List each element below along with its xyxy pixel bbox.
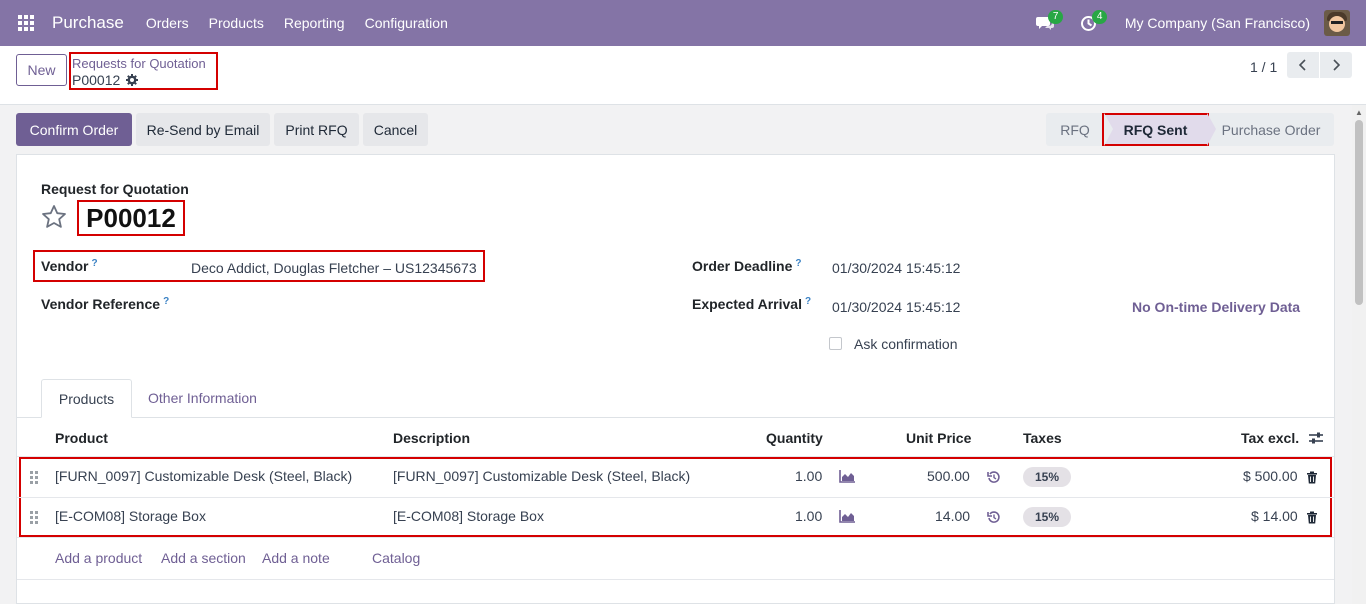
status-rfq-sent[interactable]: RFQ Sent: [1102, 113, 1209, 146]
row-divider: [17, 537, 1334, 538]
status-divider: [1207, 113, 1216, 146]
activities-icon[interactable]: 4: [1067, 0, 1111, 46]
add-note-link[interactable]: Add a note: [262, 550, 330, 566]
row-divider: [17, 579, 1334, 580]
help-icon[interactable]: ?: [91, 258, 97, 269]
add-section-link[interactable]: Add a section: [161, 550, 246, 566]
line-unit-price[interactable]: 14.00: [935, 508, 970, 524]
line-unit-price[interactable]: 500.00: [927, 468, 970, 484]
drag-handle-icon[interactable]: [30, 471, 38, 484]
status-divider: [1104, 113, 1113, 146]
ontime-delivery-link[interactable]: No On-time Delivery Data: [1132, 299, 1300, 315]
column-header-description[interactable]: Description: [393, 430, 470, 446]
breadcrumb-current: P00012: [72, 72, 121, 88]
cancel-button[interactable]: Cancel: [363, 113, 428, 146]
line-subtotal: $ 14.00: [1251, 508, 1298, 524]
status-purchase-order[interactable]: Purchase Order: [1208, 113, 1334, 146]
status-rfq[interactable]: RFQ: [1046, 113, 1104, 146]
ask-confirmation-checkbox[interactable]: [829, 337, 842, 350]
menu-configuration[interactable]: Configuration: [355, 15, 458, 31]
star-icon[interactable]: [41, 204, 67, 230]
vendor-reference-label: Vendor Reference?: [41, 296, 170, 312]
line-product[interactable]: [FURN_0097] Customizable Desk (Steel, Bl…: [55, 468, 352, 484]
history-icon[interactable]: [987, 470, 1001, 484]
tab-products[interactable]: Products: [41, 379, 132, 418]
scroll-up-icon[interactable]: ▲: [1355, 108, 1363, 117]
pager-previous-button[interactable]: [1287, 52, 1319, 78]
menu-reporting[interactable]: Reporting: [274, 15, 355, 31]
new-button[interactable]: New: [16, 54, 67, 86]
help-icon[interactable]: ?: [795, 258, 801, 269]
line-description[interactable]: [E-COM08] Storage Box: [393, 508, 544, 524]
pager-next-button[interactable]: [1320, 52, 1352, 78]
chevron-left-icon: [1299, 59, 1306, 71]
trash-icon[interactable]: [1306, 511, 1318, 524]
order-deadline-field[interactable]: 01/30/2024 15:45:12: [832, 260, 960, 276]
menu-products[interactable]: Products: [199, 15, 274, 31]
column-header-taxes[interactable]: Taxes: [1023, 430, 1062, 446]
confirm-order-button[interactable]: Confirm Order: [16, 113, 132, 146]
line-quantity[interactable]: 1.00: [795, 468, 822, 484]
tax-badge[interactable]: 15%: [1023, 467, 1071, 487]
column-header-unit-price[interactable]: Unit Price: [906, 430, 971, 446]
app-menu-icon[interactable]: [0, 0, 52, 46]
help-icon[interactable]: ?: [805, 296, 811, 307]
company-switcher[interactable]: My Company (San Francisco): [1125, 15, 1310, 31]
pager-value[interactable]: 1 / 1: [1250, 59, 1277, 75]
line-description[interactable]: [FURN_0097] Customizable Desk (Steel, Bl…: [393, 468, 690, 484]
tabs-divider: [17, 417, 1334, 418]
trash-icon[interactable]: [1306, 471, 1318, 484]
expected-arrival-label: Expected Arrival?: [692, 296, 812, 312]
control-panel: New Requests for Quotation P00012 1 / 1: [0, 46, 1366, 105]
breadcrumb-parent[interactable]: Requests for Quotation: [72, 56, 215, 72]
page-scrollbar[interactable]: ▲: [1352, 105, 1366, 604]
messages-badge: 7: [1047, 10, 1064, 24]
forecast-chart-icon[interactable]: [839, 469, 856, 483]
column-header-tax-excl[interactable]: Tax excl.: [1241, 430, 1299, 446]
history-icon[interactable]: [987, 510, 1001, 524]
column-header-quantity[interactable]: Quantity: [766, 430, 823, 446]
optional-columns-icon[interactable]: [1308, 430, 1324, 446]
document-type-label: Request for Quotation: [41, 181, 189, 197]
breadcrumb: Requests for Quotation P00012: [69, 52, 218, 90]
chevron-right-icon: [1333, 59, 1340, 71]
app-name[interactable]: Purchase: [52, 13, 124, 33]
vendor-label: Vendor?: [41, 258, 98, 274]
resend-email-button[interactable]: Re-Send by Email: [136, 113, 270, 146]
activities-badge: 4: [1091, 10, 1108, 24]
catalog-link[interactable]: Catalog: [372, 550, 420, 566]
menu-orders[interactable]: Orders: [136, 15, 199, 31]
line-product[interactable]: [E-COM08] Storage Box: [55, 508, 206, 524]
tax-badge[interactable]: 15%: [1023, 507, 1071, 527]
line-subtotal: $ 500.00: [1243, 468, 1298, 484]
vendor-field[interactable]: Deco Addict, Douglas Fletcher – US123456…: [191, 260, 477, 276]
add-product-link[interactable]: Add a product: [55, 550, 142, 566]
drag-handle-icon[interactable]: [30, 511, 38, 524]
column-header-product[interactable]: Product: [55, 430, 108, 446]
form-sheet: Request for Quotation P00012 Vendor? Dec…: [16, 154, 1335, 604]
user-avatar[interactable]: [1324, 10, 1350, 36]
ask-confirmation-label: Ask confirmation: [854, 336, 958, 352]
print-rfq-button[interactable]: Print RFQ: [274, 113, 359, 146]
top-navbar: Purchase Orders Products Reporting Confi…: [0, 0, 1366, 46]
scroll-thumb[interactable]: [1355, 120, 1363, 305]
row-divider: [17, 497, 1334, 498]
expected-arrival-field[interactable]: 01/30/2024 15:45:12: [832, 299, 960, 315]
order-deadline-label: Order Deadline?: [692, 258, 802, 274]
tab-other-information[interactable]: Other Information: [148, 390, 257, 406]
gear-icon[interactable]: [126, 74, 139, 86]
line-quantity[interactable]: 1.00: [795, 508, 822, 524]
forecast-chart-icon[interactable]: [839, 509, 856, 523]
messages-icon[interactable]: 7: [1023, 0, 1067, 46]
document-name[interactable]: P00012: [77, 200, 185, 236]
help-icon[interactable]: ?: [163, 296, 169, 307]
